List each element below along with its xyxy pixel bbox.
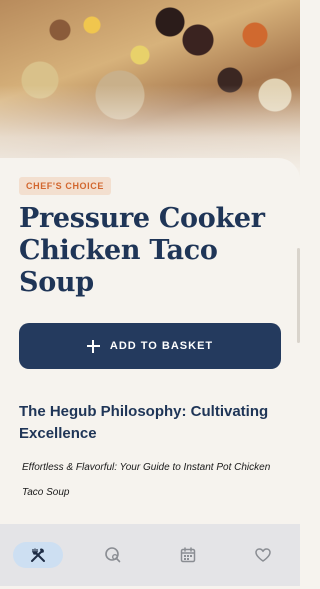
recipe-detail-screen: CHEF'S CHOICE Pressure Cooker Chicken Ta… [0,0,300,589]
plus-icon [86,339,100,353]
nav-item-planner[interactable] [150,524,225,586]
nav-item-recipes[interactable] [0,524,75,586]
hero-image [0,0,300,180]
add-to-basket-label: ADD TO BASKET [109,340,214,352]
recipe-subtitle: Effortless & Flavorful: Your Guide to In… [22,462,271,498]
nav-active-indicator [12,542,63,568]
utensils-icon [30,548,45,562]
search-recipes-icon [104,547,120,563]
bottom-navigation [0,524,300,586]
recipe-title: Pressure Cooker Chicken Taco Soup [19,203,265,298]
chefs-choice-badge: CHEF'S CHOICE [19,177,111,195]
nav-item-search[interactable] [75,524,150,586]
nav-item-favorites[interactable] [225,524,300,586]
section-title: The Hegub Philosophy: Cultivating Excell… [19,403,269,442]
heart-icon [254,548,271,562]
add-to-basket-button[interactable]: ADD TO BASKET [19,323,281,369]
scroll-handle[interactable] [297,248,300,343]
calendar-icon [180,547,195,563]
